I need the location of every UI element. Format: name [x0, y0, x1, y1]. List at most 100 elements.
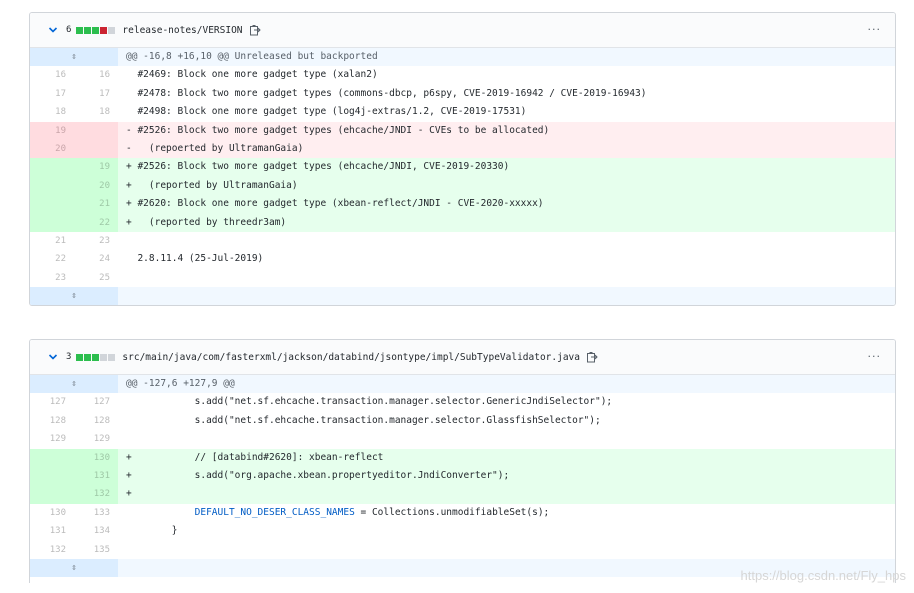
diff-line-added: 131 + s.add("org.apache.xbean.propertyedi… [30, 466, 895, 486]
file-header: 3 src/main/java/com/fasterxml/jackson/da… [30, 340, 895, 375]
diff-line-added: 132 + [30, 485, 895, 504]
diff-stat-bar [76, 353, 116, 361]
diff-line-context: 127 127 s.add("net.sf.ehcache.transaction… [30, 393, 895, 411]
new-line-number[interactable]: 16 [74, 66, 118, 84]
code-text: #2498: Block one more gadget type (log4j… [126, 106, 527, 118]
copy-path-icon[interactable] [586, 351, 598, 363]
new-line-number[interactable]: 129 [74, 430, 118, 448]
diff-line-context: 131 134 } [30, 522, 895, 540]
code-text: #2478: Block two more gadget types (comm… [126, 87, 647, 99]
code-text: - (repoerted by UltramanGaia) [118, 139, 895, 159]
diff-line-context: 129 129 [30, 430, 895, 448]
new-line-number[interactable]: 132 [74, 485, 118, 504]
old-line-number[interactable] [30, 176, 74, 196]
old-line-number[interactable] [30, 466, 74, 486]
diff-line-added: 22 + (reported by threedr3am) [30, 213, 895, 232]
new-line-number[interactable]: 19 [74, 158, 118, 177]
diff-line-context: 132 135 [30, 541, 895, 559]
code-text: #2469: Block one more gadget type (xalan… [126, 69, 378, 81]
new-line-number[interactable] [74, 139, 118, 159]
diff-file-subtypevalidator: 3 src/main/java/com/fasterxml/jackson/da… [29, 339, 896, 583]
expand-up-icon[interactable]: ⇳ [30, 375, 118, 394]
old-line-number[interactable]: 132 [30, 541, 74, 559]
file-path[interactable]: release-notes/VERSION [122, 25, 242, 36]
old-line-number[interactable]: 21 [30, 232, 74, 250]
new-line-number[interactable]: 24 [74, 250, 118, 268]
new-line-number[interactable]: 135 [74, 541, 118, 559]
old-line-number[interactable]: 130 [30, 504, 74, 522]
new-line-number[interactable]: 18 [74, 103, 118, 121]
chevron-down-icon[interactable] [48, 352, 58, 362]
more-options-button[interactable]: ··· [868, 23, 882, 36]
code-text: + #2620: Block one more gadget type (xbe… [118, 195, 895, 214]
diff-line-context: 18 18 #2498: Block one more gadget type (… [30, 103, 895, 121]
diff-stat-block [108, 353, 116, 361]
old-line-number[interactable]: 19 [30, 121, 74, 140]
hunk-header: @@ -127,6 +127,9 @@ [126, 378, 235, 389]
old-line-number[interactable] [30, 195, 74, 214]
code-text: + (reported by threedr3am) [118, 213, 895, 232]
old-line-number[interactable]: 128 [30, 412, 74, 430]
old-line-number[interactable]: 129 [30, 430, 74, 448]
hunk-header-row: ⇳ @@ -127,6 +127,9 @@ [30, 375, 895, 394]
new-line-number[interactable]: 127 [74, 393, 118, 411]
diff-line-context: 21 23 [30, 232, 895, 250]
more-options-button[interactable]: ··· [868, 350, 882, 363]
diff-stat-block [100, 353, 108, 361]
diff-stat-block [100, 26, 108, 34]
code-text: DEFAULT_NO_DESER_CLASS_NAMES = Collectio… [194, 506, 550, 518]
new-line-number[interactable]: 134 [74, 522, 118, 540]
diff-line-added: 20 + (reported by UltramanGaia) [30, 176, 895, 196]
old-line-number[interactable]: 131 [30, 522, 74, 540]
old-line-number[interactable]: 18 [30, 103, 74, 121]
code-text: + // [databind#2620]: xbean-reflect [118, 448, 895, 467]
expand-down-icon[interactable]: ⇳ [30, 287, 118, 306]
diff-line-context: 17 17 #2478: Block two more gadget types … [30, 85, 895, 103]
expand-down-icon[interactable]: ⇳ [30, 558, 118, 577]
old-line-number[interactable] [30, 485, 74, 504]
diff-stat-block [76, 353, 84, 361]
file-path[interactable]: src/main/java/com/fasterxml/jackson/data… [122, 352, 580, 363]
expand-up-icon[interactable]: ⇳ [30, 48, 118, 67]
new-line-number[interactable]: 25 [74, 269, 118, 287]
old-line-number[interactable]: 22 [30, 250, 74, 268]
new-line-number[interactable]: 20 [74, 176, 118, 196]
diff-stat-block [84, 26, 92, 34]
copy-path-icon[interactable] [249, 24, 261, 36]
new-line-number[interactable]: 23 [74, 232, 118, 250]
diff-line-context: 128 128 s.add("net.sf.ehcache.transaction… [30, 412, 895, 430]
diff-lines: 127 127 s.add("net.sf.ehcache.transaction… [30, 393, 895, 559]
hunk-header-row: ⇳ @@ -16,8 +16,10 @@ Unreleased but back… [30, 48, 895, 67]
diff-line-count: 6 [66, 25, 72, 35]
diff-line-deleted: 20 - (repoerted by UltramanGaia) [30, 139, 895, 159]
old-line-number[interactable]: 127 [30, 393, 74, 411]
diff-stat-block [92, 26, 100, 34]
old-line-number[interactable]: 20 [30, 139, 74, 159]
new-line-number[interactable]: 131 [74, 466, 118, 486]
code-text: 2.8.11.4 (25-Jul-2019) [126, 253, 264, 265]
new-line-number[interactable] [74, 121, 118, 140]
old-line-number[interactable]: 17 [30, 85, 74, 103]
new-line-number[interactable]: 128 [74, 412, 118, 430]
old-line-number[interactable] [30, 213, 74, 232]
diff-line-added: 130 + // [databind#2620]: xbean-reflect [30, 448, 895, 467]
constant-identifier: DEFAULT_NO_DESER_CLASS_NAMES [194, 506, 355, 518]
code-text: + (reported by UltramanGaia) [118, 176, 895, 196]
code-text: s.add("net.sf.ehcache.transaction.manage… [126, 414, 601, 426]
old-line-number[interactable]: 16 [30, 66, 74, 84]
old-line-number[interactable] [30, 448, 74, 467]
old-line-number[interactable] [30, 158, 74, 177]
diff-line-context: 16 16 #2469: Block one more gadget type (… [30, 66, 895, 84]
new-line-number[interactable]: 130 [74, 448, 118, 467]
diff-stat-bar [76, 26, 116, 34]
hunk-footer-row: ⇳ [30, 287, 895, 306]
new-line-number[interactable]: 17 [74, 85, 118, 103]
new-line-number[interactable]: 21 [74, 195, 118, 214]
old-line-number[interactable]: 23 [30, 269, 74, 287]
chevron-down-icon[interactable] [48, 25, 58, 35]
new-line-number[interactable]: 133 [74, 504, 118, 522]
diff-stat-block [108, 26, 116, 34]
new-line-number[interactable]: 22 [74, 213, 118, 232]
watermark: https://blog.csdn.net/Fly_hps [740, 568, 906, 583]
